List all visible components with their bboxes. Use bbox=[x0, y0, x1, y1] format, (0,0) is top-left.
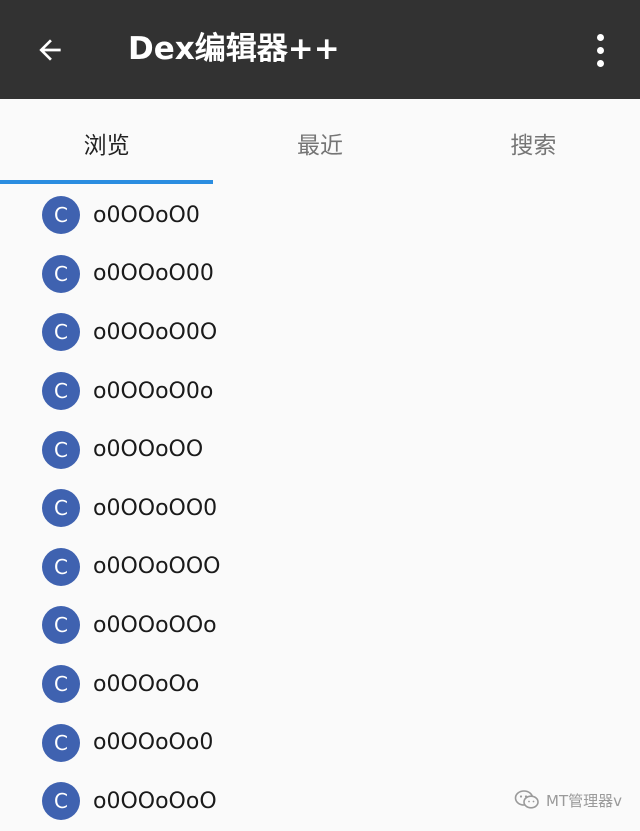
class-badge-icon: C bbox=[42, 372, 80, 411]
active-tab-indicator bbox=[0, 180, 213, 184]
list-item[interactable]: C o0OOoO0o bbox=[0, 362, 640, 421]
list-item[interactable]: C o0OOoOO bbox=[0, 420, 640, 479]
list-item[interactable]: C o0OOoOo0 bbox=[0, 713, 640, 772]
class-badge-icon: C bbox=[42, 665, 80, 704]
arrow-left-icon bbox=[39, 39, 61, 61]
class-badge-icon: C bbox=[42, 782, 80, 821]
list-item-label: o0OOoOOo bbox=[93, 612, 217, 638]
more-vert-icon-dot bbox=[596, 59, 604, 67]
tab-search-label: 搜索 bbox=[510, 133, 557, 159]
tab-bar: 浏览 最近 搜索 bbox=[0, 99, 640, 185]
class-badge-icon: C bbox=[42, 723, 80, 762]
class-badge-icon: C bbox=[42, 489, 80, 528]
more-options-button[interactable] bbox=[580, 26, 620, 74]
class-badge-icon: C bbox=[42, 430, 80, 469]
app-title: Dex编辑器++ bbox=[128, 31, 340, 67]
list-item-label: o0OOoOoO bbox=[93, 788, 217, 814]
class-badge-icon: C bbox=[42, 313, 80, 352]
list-item[interactable]: C o0OOoO0O bbox=[0, 303, 640, 362]
more-vert-icon-dot bbox=[596, 46, 604, 54]
list-item-label: o0OOoOo bbox=[93, 671, 200, 697]
list-item-label: o0OOoO00 bbox=[93, 261, 214, 287]
list-item-label: o0OOoO0O bbox=[93, 319, 218, 345]
class-badge-icon: C bbox=[42, 196, 80, 235]
list-item-label: o0OOoO0o bbox=[93, 378, 214, 404]
class-badge-icon: C bbox=[42, 606, 80, 645]
list-item[interactable]: C o0OOoOO0 bbox=[0, 479, 640, 538]
class-list: C o0OOoO0 C o0OOoO00 C o0OOoO0O C o0OOoO… bbox=[0, 186, 640, 831]
tab-browse[interactable]: 浏览 bbox=[0, 99, 213, 185]
class-badge-icon: C bbox=[42, 547, 80, 586]
list-item-label: o0OOoOO bbox=[93, 437, 204, 463]
list-item[interactable]: C o0OOoOo bbox=[0, 655, 640, 714]
wechat-icon bbox=[514, 790, 539, 809]
back-button[interactable] bbox=[22, 22, 78, 78]
list-item-label: o0OOoOo0 bbox=[93, 730, 214, 756]
tab-recent-label: 最近 bbox=[296, 133, 343, 159]
app-bar: Dex编辑器++ bbox=[0, 0, 640, 99]
tab-recent[interactable]: 最近 bbox=[213, 99, 426, 185]
watermark-text: MT管理器v bbox=[546, 791, 622, 810]
list-item-label: o0OOoOO0 bbox=[93, 495, 218, 521]
tab-search[interactable]: 搜索 bbox=[427, 99, 640, 185]
class-badge-icon: C bbox=[42, 254, 80, 293]
list-item-label: o0OOoO0 bbox=[93, 202, 200, 228]
list-item[interactable]: C o0OOoO00 bbox=[0, 245, 640, 304]
watermark: MT管理器v bbox=[514, 789, 622, 811]
more-vert-icon bbox=[596, 33, 604, 41]
list-item[interactable]: C o0OOoOOO bbox=[0, 538, 640, 597]
list-item[interactable]: C o0OOoOOo bbox=[0, 596, 640, 655]
list-item-label: o0OOoOOO bbox=[93, 554, 221, 580]
tab-browse-label: 浏览 bbox=[83, 133, 130, 159]
list-item[interactable]: C o0OOoO0 bbox=[0, 186, 640, 245]
